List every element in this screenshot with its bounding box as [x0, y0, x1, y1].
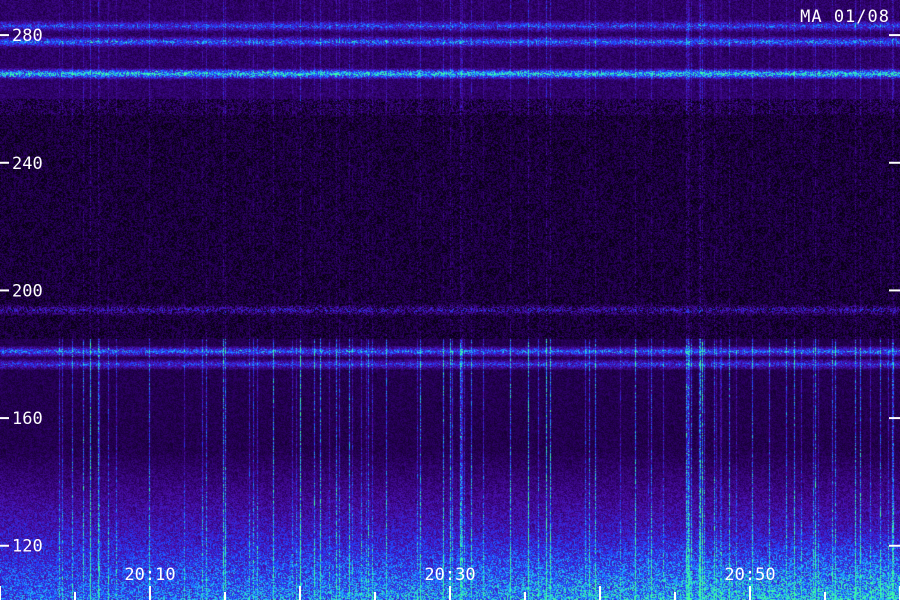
y-tick-label: 240 [12, 154, 43, 174]
y-ticks-right [889, 34, 900, 547]
x-tick-label: 20:50 [724, 565, 775, 585]
x-tick-label: 20:10 [124, 565, 175, 585]
y-tick-label: 160 [12, 409, 43, 429]
x-tick-label: 20:30 [424, 565, 475, 585]
y-ticks-left: 120 160 200 240 280 [0, 26, 43, 557]
y-tick-label: 280 [12, 26, 43, 46]
station-label: MA 01/08 [800, 7, 890, 27]
x-minor-ticks [0, 586, 900, 600]
x-ticks: 20:10 20:30 20:50 [124, 565, 775, 585]
chart-overlay: 120 160 200 240 280 20:10 20:30 20:50 MA 01/08 [0, 7, 900, 600]
y-tick-label: 120 [12, 537, 43, 557]
y-tick-label: 200 [12, 281, 43, 301]
